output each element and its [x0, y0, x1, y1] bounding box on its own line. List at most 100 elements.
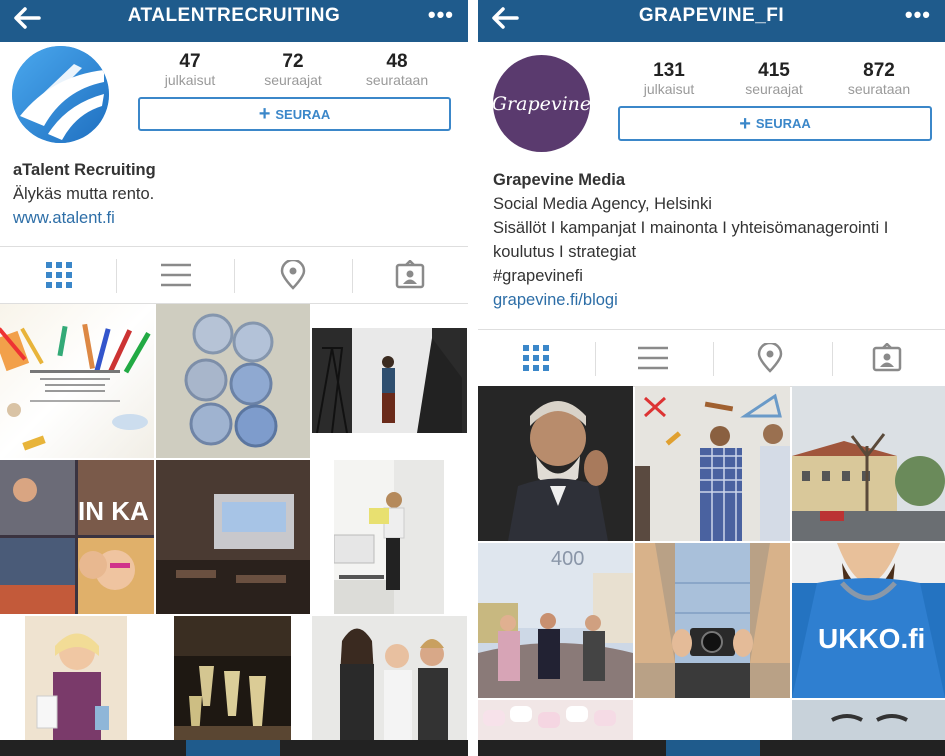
photo-tile[interactable]	[792, 386, 945, 541]
avatar[interactable]: Grapevine	[493, 55, 590, 152]
photo-image	[635, 393, 790, 541]
nav-profile-active[interactable]	[666, 740, 760, 756]
stat-posts-label: julkaisut	[164, 72, 216, 88]
stat-following-label: seurataan	[847, 81, 911, 97]
svg-text:IN KA: IN KA	[78, 496, 149, 526]
photo-tile[interactable]	[635, 386, 790, 541]
header-bar: GRAPEVINE_FI •••	[478, 0, 945, 42]
tab-list[interactable]	[595, 330, 712, 386]
plus-icon: +	[739, 112, 751, 135]
tab-places[interactable]	[234, 247, 351, 303]
page-title: GRAPEVINE_FI	[638, 5, 785, 26]
follow-button[interactable]: + SEURAA	[138, 97, 451, 131]
photo-image	[36, 633, 109, 742]
stat-posts[interactable]: 47 julkaisut	[145, 51, 235, 89]
tagged-person-icon	[872, 343, 901, 372]
stat-following-count: 48	[386, 51, 408, 72]
more-options-icon[interactable]: •••	[428, 2, 454, 28]
stat-posts-count: 47	[179, 51, 201, 72]
photo-image	[156, 494, 310, 614]
nav-profile-active[interactable]	[186, 740, 280, 756]
photo-image	[340, 628, 448, 746]
photo-tile[interactable]: IN KA	[0, 460, 154, 614]
panel-divider	[468, 0, 478, 756]
photo-tile[interactable]	[156, 460, 310, 614]
photo-image	[792, 543, 945, 698]
stat-following[interactable]: 48 seurataan	[352, 51, 442, 89]
profile-panel-grapevine: GRAPEVINE_FI ••• Grapevine 131 julkaisut…	[478, 0, 945, 756]
photo-image	[184, 313, 278, 448]
photo-tile[interactable]	[156, 304, 310, 458]
follow-label: SEURAA	[755, 116, 811, 131]
stat-following-label: seurataan	[365, 72, 429, 88]
bottom-nav-bar	[478, 740, 945, 756]
bio-hashtag: #grapevinefi	[493, 267, 583, 285]
photo-tile[interactable]: UKKO.fi	[792, 543, 945, 698]
view-tabs	[478, 329, 945, 387]
tab-places[interactable]	[712, 330, 829, 386]
bio: Grapevine Media Social Media Agency, Hel…	[493, 168, 888, 312]
photo-tile[interactable]	[174, 616, 291, 746]
bio-line: koulutus I strategiat	[493, 243, 637, 261]
photo-image	[334, 460, 444, 614]
tab-tagged[interactable]	[828, 330, 945, 386]
stat-followers[interactable]: 415 seuraajat	[729, 60, 819, 98]
photo-tile[interactable]	[334, 460, 444, 614]
bottom-nav-bar	[0, 740, 468, 756]
avatar[interactable]	[12, 46, 109, 143]
stat-following-count: 872	[863, 60, 895, 81]
list-icon	[638, 346, 669, 370]
bio-line: Älykäs mutta rento.	[13, 185, 155, 203]
tab-grid[interactable]	[478, 330, 595, 386]
stat-followers[interactable]: 72 seuraajat	[248, 51, 338, 89]
stat-followers-count: 72	[282, 51, 304, 72]
photo-image	[316, 328, 462, 433]
website-link[interactable]: www.atalent.fi	[13, 206, 156, 230]
photo-image	[0, 323, 151, 451]
stat-posts-count: 131	[653, 60, 685, 81]
tile-overlay-number: 400	[551, 548, 585, 570]
list-icon	[160, 263, 191, 287]
grid-icon	[523, 345, 550, 371]
bio-line: Sisällöt I kampanjat I mainonta I yhteis…	[493, 219, 889, 237]
website-link[interactable]: grapevine.fi/blogi	[493, 288, 888, 312]
photo-tile[interactable]	[25, 616, 127, 746]
location-pin-icon	[757, 343, 783, 373]
stat-posts[interactable]: 131 julkaisut	[624, 60, 714, 98]
photo-tile[interactable]	[478, 386, 633, 541]
photo-tile[interactable]	[635, 543, 790, 698]
grapevine-logo: Grapevine	[493, 92, 590, 115]
header-bar: ATALENTRECRUITING •••	[0, 0, 468, 42]
photo-tile[interactable]	[312, 328, 467, 433]
stat-following[interactable]: 872 seurataan	[834, 60, 924, 98]
photo-image	[174, 616, 291, 746]
page-title: ATALENTRECRUITING	[127, 5, 341, 26]
view-tabs	[0, 246, 468, 304]
profile-panel-atalent: ATALENTRECRUITING ••• 47 julkaisut 72 se…	[0, 0, 468, 756]
tagged-person-icon	[395, 260, 424, 289]
follow-label: SEURAA	[275, 106, 331, 122]
tab-list[interactable]	[117, 247, 234, 303]
photo-tile[interactable]	[0, 304, 154, 458]
stat-followers-count: 415	[758, 60, 790, 81]
photo-image	[792, 433, 945, 541]
photo-image: IN KA	[0, 460, 154, 614]
stat-followers-label: seuraajat	[264, 72, 322, 88]
stat-followers-label: seuraajat	[745, 81, 803, 97]
more-options-icon[interactable]: •••	[905, 2, 931, 28]
tab-tagged[interactable]	[351, 247, 468, 303]
photo-image	[635, 543, 790, 698]
follow-button[interactable]: + SEURAA	[618, 106, 932, 141]
stat-posts-label: julkaisut	[643, 81, 695, 97]
photo-tile[interactable]	[312, 616, 467, 746]
bio: aTalent Recruiting Älykäs mutta rento. w…	[13, 158, 156, 230]
profile-name: aTalent Recruiting	[13, 161, 156, 179]
tile-overlay-text: UKKO.fi	[818, 623, 926, 654]
plus-icon: +	[258, 103, 271, 125]
photo-tile[interactable]: 400	[478, 543, 633, 698]
bio-line: Social Media Agency, Helsinki	[493, 195, 712, 213]
atalent-logo-icon	[12, 46, 109, 143]
photo-image	[508, 401, 608, 541]
grid-icon	[45, 262, 72, 288]
tab-grid[interactable]	[0, 247, 117, 303]
